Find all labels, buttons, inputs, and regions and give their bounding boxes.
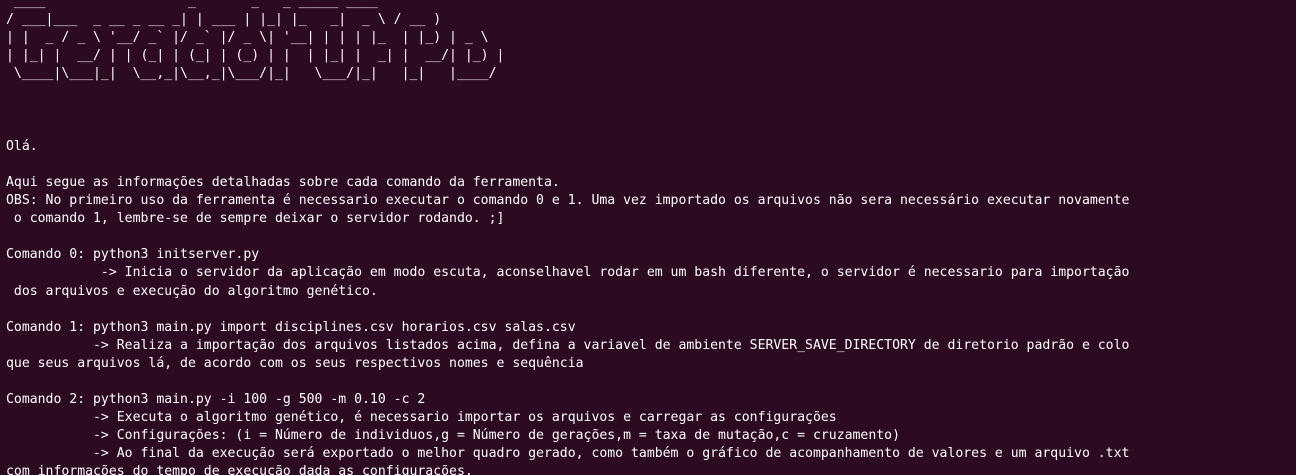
ascii-banner-line: | |_| | __/ | | (_| | (_| | (_) | | | |_… — [6, 48, 505, 64]
command-1-line: Comando 1: python3 main.py import discip… — [6, 319, 576, 335]
obs-continuation-line: o comando 1, lembre-se de sempre deixar … — [6, 211, 505, 227]
command-0-description: -> Inicia o servidor da aplicação em mod… — [6, 265, 1130, 281]
obs-line: OBS: No primeiro uso da ferramenta é nec… — [6, 193, 1130, 209]
command-0-description-continuation: dos arquivos e execução do algoritmo gen… — [6, 283, 378, 299]
intro-line: Aqui segue as informações detalhadas sob… — [6, 174, 560, 190]
terminal-window[interactable]: ____ _ _ _ _____ ____ / ___|___ _ __ _ _… — [0, 0, 1296, 475]
command-2-output-continuation: com informações do tempo de execução dad… — [6, 464, 473, 475]
command-2-description: -> Executa o algoritmo genético, é neces… — [6, 410, 837, 426]
ascii-banner-line: \____|\___|_| \__,_|\__,_|\___/|_| \___/… — [6, 66, 497, 82]
ascii-banner-line: / ___|___ _ __ _ __ _| | ___ | |_| |_ _|… — [6, 12, 442, 28]
command-1-description-continuation: que seus arquivos lá, de acordo com os s… — [6, 355, 584, 371]
ascii-banner-line: ____ _ _ _ _____ ____ — [6, 0, 394, 9]
command-2-line: Comando 2: python3 main.py -i 100 -g 500… — [6, 392, 426, 408]
command-1-description: -> Realiza a importação dos arquivos lis… — [6, 337, 1130, 353]
terminal-output: ____ _ _ _ _____ ____ / ___|___ _ __ _ _… — [6, 0, 1296, 475]
greeting-line: Olá. — [6, 138, 38, 154]
command-2-config-line: -> Configurações: (i = Número de individ… — [6, 428, 900, 444]
command-2-output-line: -> Ao final da execução será exportado o… — [6, 446, 1130, 462]
ascii-banner-line: | | _ / _ \ '__/ _` |/ _` |/ _ \| '__| |… — [6, 30, 489, 46]
command-0-line: Comando 0: python3 initserver.py — [6, 247, 260, 263]
